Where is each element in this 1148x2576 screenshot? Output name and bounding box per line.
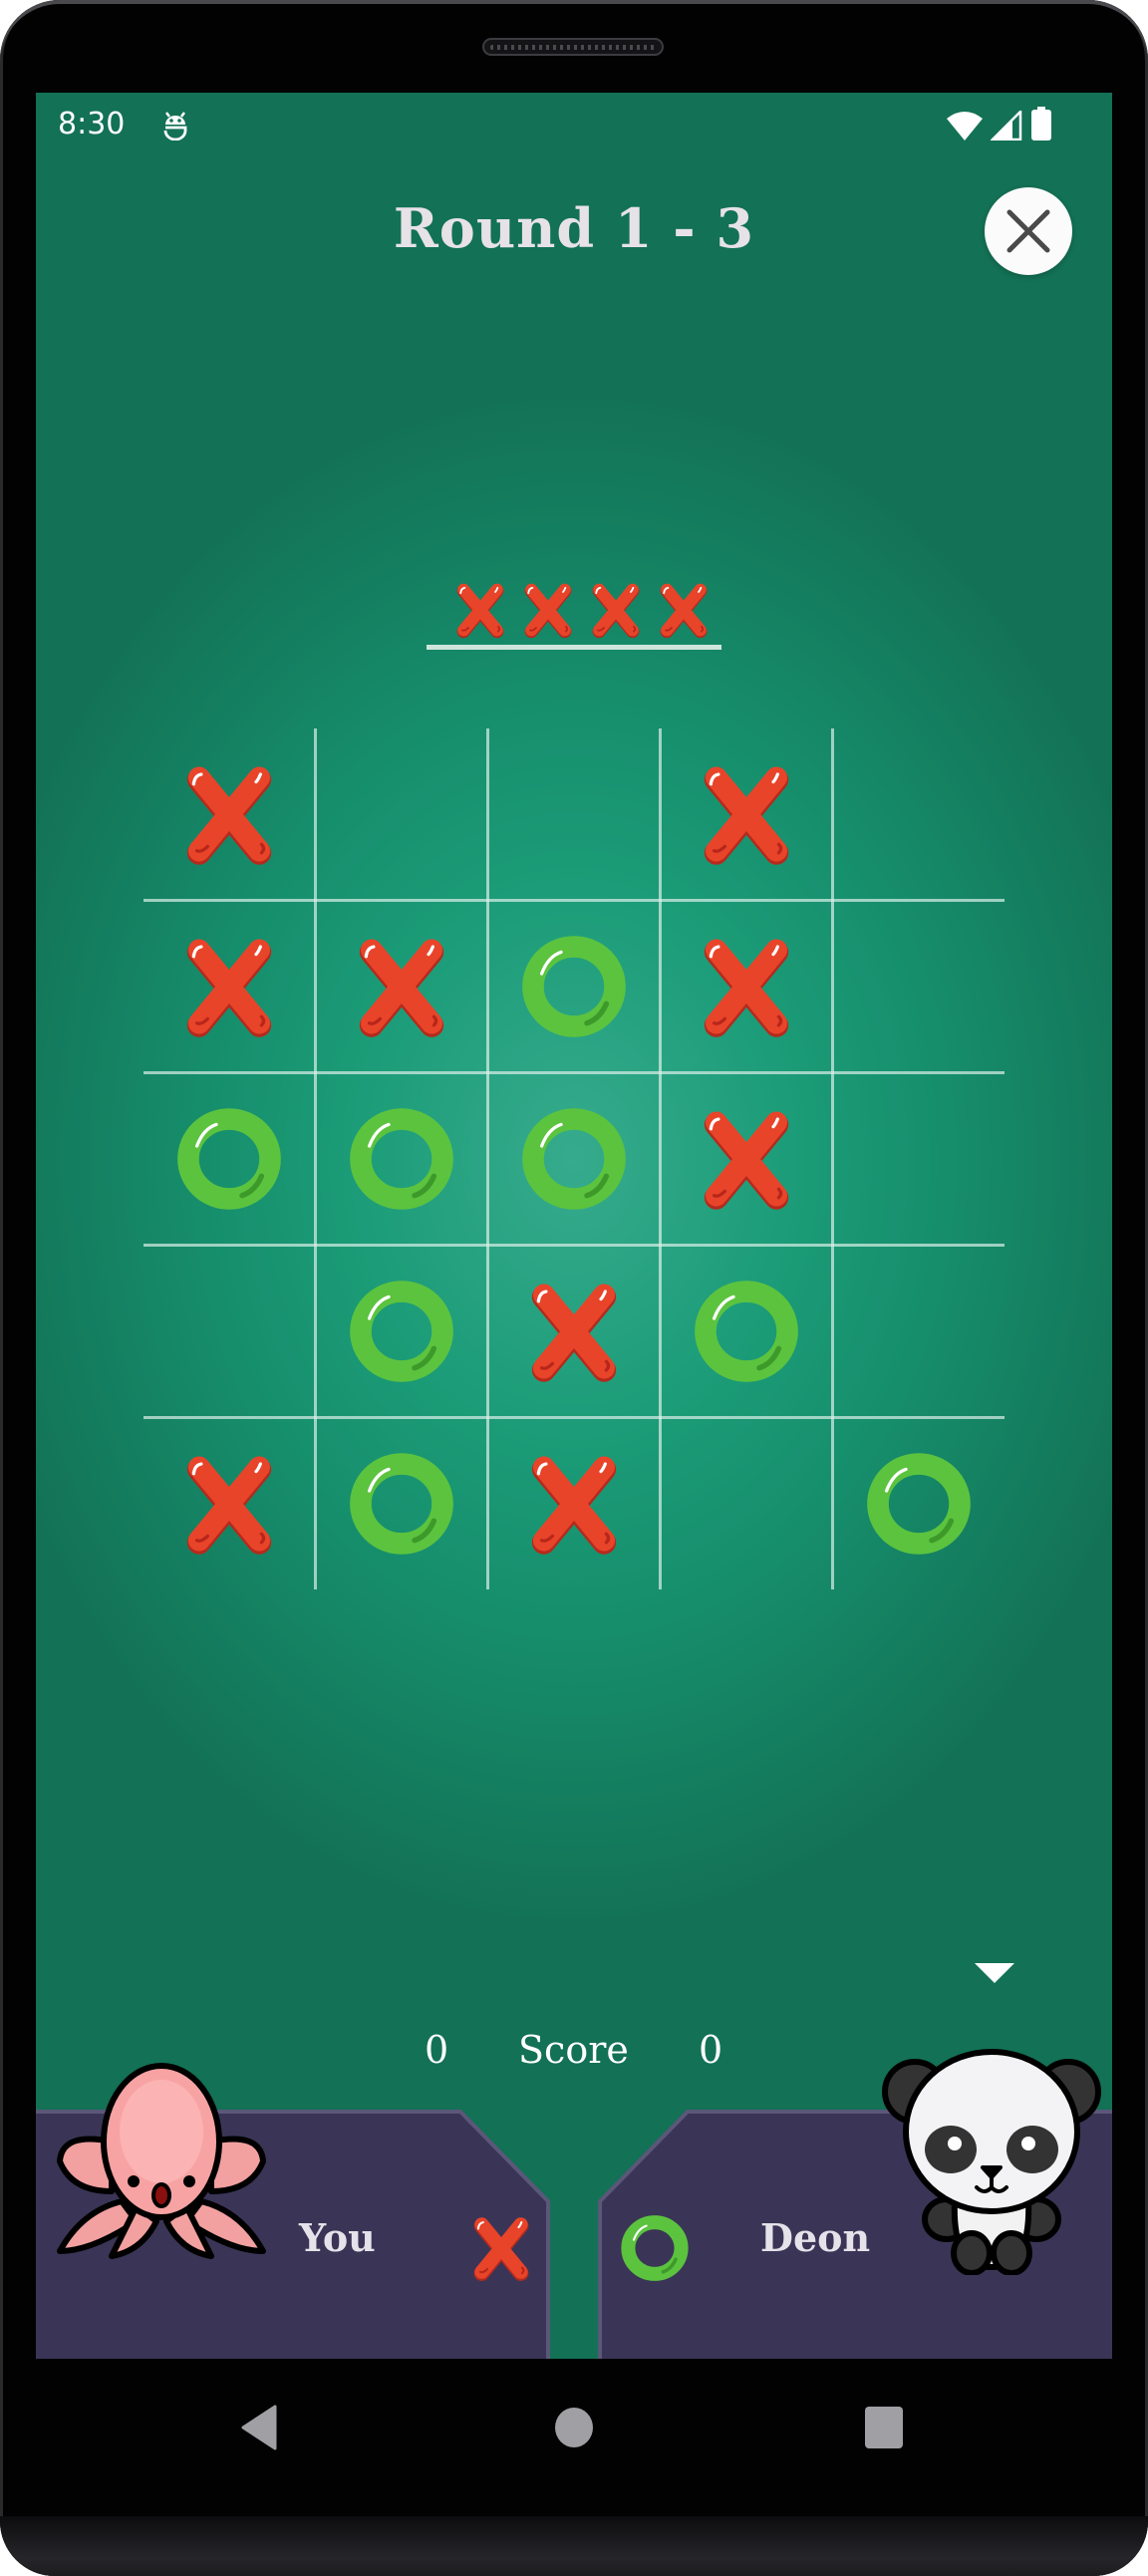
x-mark-icon xyxy=(473,2217,529,2281)
board-cell-r3-c3[interactable] xyxy=(488,1073,661,1246)
board-cell-r5-c5[interactable] xyxy=(832,1417,1004,1589)
android-debug-icon xyxy=(163,112,187,141)
board-cell-r1-c3[interactable] xyxy=(488,728,661,901)
player1-mark-x-icon xyxy=(466,2213,536,2287)
goal-x-mark-icon xyxy=(660,583,708,639)
player2-mark-o-icon xyxy=(620,2213,690,2287)
status-bar: 8:30 xyxy=(36,93,1112,156)
goal-x-mark-icon xyxy=(524,583,572,639)
player1-score: 0 xyxy=(425,2028,449,2072)
game-screen: 8:30 Round 1 - 3 0 Score 0 You Deon xyxy=(36,93,1112,2359)
system-icons xyxy=(947,107,1052,141)
goal-strike-line xyxy=(427,645,721,650)
close-button[interactable] xyxy=(985,187,1072,275)
x-mark-icon xyxy=(187,939,272,1037)
score-label: Score xyxy=(518,2028,629,2072)
o-mark-icon xyxy=(621,2215,689,2281)
x-mark-icon xyxy=(531,1284,617,1382)
board-cell-r5-c1[interactable] xyxy=(144,1417,316,1589)
goal-x-mark-icon xyxy=(592,583,640,639)
x-mark-icon xyxy=(531,1456,617,1555)
player1-name: You xyxy=(299,2215,376,2260)
x-mark-icon xyxy=(360,939,444,1037)
battery-icon xyxy=(1031,107,1051,141)
board-cell-r1-c1[interactable] xyxy=(144,728,316,901)
o-mark-icon xyxy=(694,1281,798,1382)
o-mark-icon xyxy=(522,1108,626,1210)
board-cell-r3-c4[interactable] xyxy=(660,1073,832,1246)
phone-chin xyxy=(0,2516,1148,2576)
home-icon[interactable] xyxy=(554,2405,594,2450)
board-cell-r4-c2[interactable] xyxy=(316,1245,488,1417)
board-cell-r2-c1[interactable] xyxy=(144,901,316,1073)
o-mark-icon xyxy=(350,1452,454,1555)
o-mark-icon xyxy=(350,1108,454,1210)
board-cell-r1-c5[interactable] xyxy=(832,728,1004,901)
board-cell-r2-c3[interactable] xyxy=(488,901,661,1073)
board-cell-r1-c2[interactable] xyxy=(316,728,488,901)
x-mark-icon xyxy=(704,939,788,1037)
recents-icon[interactable] xyxy=(864,2405,904,2450)
board-cell-r5-c3[interactable] xyxy=(488,1417,661,1589)
board-cell-r2-c4[interactable] xyxy=(660,901,832,1073)
board-cell-r1-c4[interactable] xyxy=(660,728,832,901)
back-icon[interactable] xyxy=(239,2405,279,2450)
win-condition-indicator xyxy=(427,576,725,650)
board-cell-r4-c3[interactable] xyxy=(488,1245,661,1417)
x-mark-icon xyxy=(187,766,272,866)
board-cell-r4-c5[interactable] xyxy=(832,1245,1004,1417)
board-cell-r3-c2[interactable] xyxy=(316,1073,488,1246)
board-cell-r2-c2[interactable] xyxy=(316,901,488,1073)
wifi-icon xyxy=(947,112,983,141)
x-mark-icon xyxy=(704,1111,788,1210)
signal-icon xyxy=(991,111,1022,141)
board-cell-r4-c1[interactable] xyxy=(144,1245,316,1417)
x-mark-icon xyxy=(187,1456,272,1555)
status-time: 8:30 xyxy=(58,107,126,142)
x-mark-icon xyxy=(704,766,788,866)
o-mark-icon xyxy=(350,1281,454,1382)
o-mark-icon xyxy=(866,1452,971,1555)
o-mark-icon xyxy=(177,1108,282,1210)
board-cell-r2-c5[interactable] xyxy=(832,901,1004,1073)
navigation-bar xyxy=(0,2359,1148,2518)
octopus-avatar xyxy=(57,2063,266,2259)
speaker-grille xyxy=(482,38,664,56)
goal-x-mark-icon xyxy=(456,583,504,639)
board-cell-r5-c2[interactable] xyxy=(316,1417,488,1589)
game-board xyxy=(144,728,1004,1589)
panda-avatar xyxy=(882,2049,1101,2275)
goal-marks xyxy=(450,580,714,640)
board-cell-r3-c5[interactable] xyxy=(832,1073,1004,1246)
player2-score: 0 xyxy=(699,2028,723,2072)
expand-dropdown-toggle[interactable] xyxy=(975,1963,1014,1983)
round-title: Round 1 - 3 xyxy=(393,196,755,260)
board-cell-r3-c1[interactable] xyxy=(144,1073,316,1246)
board-cell-r4-c4[interactable] xyxy=(660,1245,832,1417)
board-cell-r5-c4[interactable] xyxy=(660,1417,832,1589)
phone-frame: 8:30 Round 1 - 3 0 Score 0 You Deon xyxy=(0,0,1148,2576)
close-icon xyxy=(1006,209,1050,253)
o-mark-icon xyxy=(522,936,626,1037)
player2-name: Deon xyxy=(760,2215,871,2260)
